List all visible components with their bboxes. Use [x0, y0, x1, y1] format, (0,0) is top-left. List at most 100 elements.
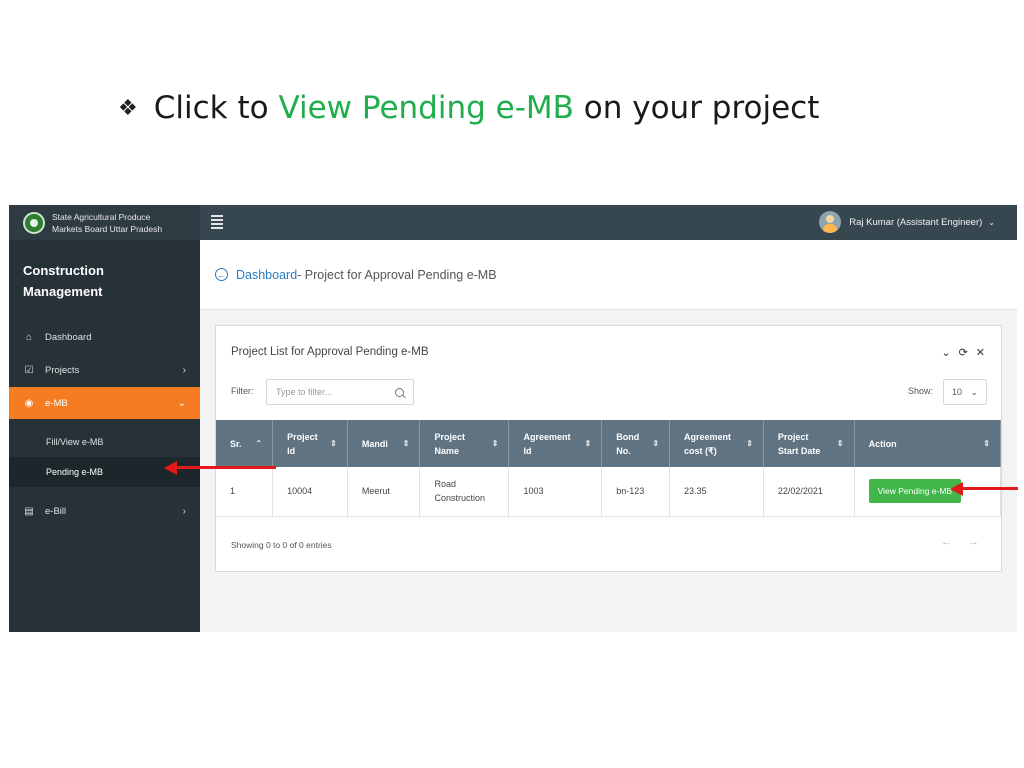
view-pending-emb-button[interactable]: View Pending e-MB — [868, 479, 962, 504]
chevron-down-icon: ⌄ — [988, 217, 995, 227]
sidebar-item-label: e-MB — [45, 397, 68, 409]
column-header-project-name[interactable]: Project Name ⇕ — [419, 420, 510, 467]
sidebar-item-emb[interactable]: ◉ e-MB ⌄ — [9, 387, 200, 419]
header-label: Agreement cost (₹) — [684, 431, 732, 456]
column-header-action[interactable]: Action ⇕ — [854, 420, 1002, 467]
chevron-down-icon: ⌄ — [177, 397, 186, 409]
brand-name: State Agricultural Produce Markets Board… — [52, 211, 162, 235]
chevron-down-icon: ⌄ — [970, 386, 978, 397]
avatar — [819, 211, 842, 233]
card-title: Project List for Approval Pending e-MB — [231, 346, 429, 358]
heading-suffix: on your project — [583, 90, 820, 126]
annotation-arrow-pending-emb — [164, 461, 276, 474]
filter-label: Filter: — [231, 386, 254, 396]
cell-agreement-cost: 23.35 — [669, 467, 764, 517]
cell-start-date: 22/02/2021 — [763, 467, 855, 517]
column-header-agreement-cost[interactable]: Agreement cost (₹) ⇕ — [669, 420, 764, 467]
header-label: Project Name — [434, 431, 465, 456]
header-label: Agreement Id — [523, 431, 571, 456]
sort-icon: ⇕ — [983, 438, 990, 448]
sidebar-item-label: Dashboard — [45, 331, 92, 343]
table-header-row: Sr. ⌃ Project Id ⇕ Mandi ⇕ Project Name ⇕ Ag… — [216, 420, 1002, 467]
cell-project-id: 10004 — [272, 467, 348, 517]
column-header-bond-no[interactable]: Bond No. ⇕ — [601, 420, 671, 467]
refresh-icon[interactable]: ⟳ — [959, 346, 968, 359]
sort-icon: ⇕ — [584, 438, 592, 448]
pending-emb-table: Sr. ⌃ Project Id ⇕ Mandi ⇕ Project Name ⇕ Ag… — [216, 420, 1002, 517]
sidebar-subitem-label: Fill/View e-MB — [46, 437, 104, 447]
column-header-project-id[interactable]: Project Id ⇕ — [272, 420, 348, 467]
annotation-arrow-view-button — [950, 482, 1018, 495]
header-label: Sr. — [230, 438, 242, 449]
filter-placeholder: Type to filter... — [276, 387, 333, 397]
header-label: Project Id — [287, 431, 318, 456]
sort-icon: ⇕ — [491, 438, 499, 448]
search-icon — [395, 387, 404, 397]
slide-heading: ❖ Click to View Pending e-MB on your pro… — [118, 90, 819, 126]
column-header-sr[interactable]: Sr. ⌃ — [216, 420, 274, 467]
brand-line-1: State Agricultural Produce — [52, 211, 151, 222]
breadcrumb-link-dashboard[interactable]: Dashboard — [236, 268, 297, 282]
page-size-value: 10 — [952, 387, 963, 397]
show-label: Show: — [907, 386, 933, 396]
column-header-agreement-id[interactable]: Agreement Id ⇕ — [508, 420, 603, 467]
next-page-icon[interactable]: → — [968, 536, 979, 548]
filter-input[interactable]: Type to filter... — [266, 379, 414, 405]
sort-icon: ⇕ — [746, 438, 753, 448]
brand[interactable]: State Agricultural Produce Markets Board… — [9, 205, 200, 240]
heading-prefix: Click to — [153, 90, 269, 126]
heading-highlight: View Pending e-MB — [278, 90, 574, 126]
project-list-card: Project List for Approval Pending e-MB ⌄… — [215, 325, 1002, 572]
header-label: Action — [868, 438, 897, 449]
sort-icon: ⇕ — [402, 438, 410, 448]
column-header-mandi[interactable]: Mandi ⇕ — [347, 420, 421, 467]
close-icon[interactable]: ✕ — [976, 346, 985, 359]
entries-info: Showing 0 to 0 of 0 entries — [231, 540, 332, 550]
cell-bond-no: bn-123 — [601, 467, 671, 517]
cell-agreement-id: 1003 — [508, 467, 603, 517]
chevron-right-icon: › — [182, 364, 186, 376]
sort-icon: ⇕ — [652, 438, 660, 448]
prev-page-icon[interactable]: ← — [941, 536, 952, 548]
sidebar-item-projects[interactable]: ☑ Projects › — [9, 354, 200, 386]
table-row: 1 10004 Meerut Road Construction 1003 bn… — [216, 467, 1002, 517]
user-menu[interactable]: Raj Kumar (Assistant Engineer) ⌄ — [819, 211, 995, 233]
slide: ❖ Click to View Pending e-MB on your pro… — [0, 0, 1024, 768]
header-label: Project Start Date — [777, 431, 821, 456]
cell-project-name: Road Construction — [419, 467, 510, 517]
sort-icon: ⇕ — [836, 438, 844, 448]
sidebar-item-dashboard[interactable]: ⌂ Dashboard — [9, 321, 200, 353]
card-tools: ⌄ ⟳ ✕ — [941, 346, 985, 359]
diamond-bullet-icon: ❖ — [118, 95, 138, 121]
checkbox-icon: ☑ — [24, 364, 34, 376]
sidebar-subitem-label: Pending e-MB — [46, 467, 104, 477]
pagination: ← → — [941, 536, 979, 548]
app-screenshot: State Agricultural Produce Markets Board… — [9, 205, 1017, 632]
top-bar: State Agricultural Produce Markets Board… — [9, 205, 1017, 240]
collapse-icon[interactable]: ⌄ — [941, 346, 950, 359]
home-icon: ⌂ — [25, 331, 33, 343]
header-label: Bond No. — [616, 431, 640, 456]
clipboard-icon: ▤ — [24, 505, 34, 517]
main-content: ← Dashboard - Project for Approval Pendi… — [200, 240, 1017, 632]
board-logo-icon — [23, 211, 45, 234]
sort-icon: ⇕ — [330, 438, 337, 448]
breadcrumb: ← Dashboard - Project for Approval Pendi… — [200, 240, 1017, 310]
project-name-text: Road Construction — [434, 479, 485, 504]
sidebar-item-ebill[interactable]: ▤ e-Bill › — [9, 495, 200, 527]
chevron-right-icon: › — [182, 505, 186, 517]
sort-asc-icon: ⌃ — [255, 438, 263, 448]
user-name: Raj Kumar (Assistant Engineer) — [849, 216, 983, 228]
cell-mandi: Meerut — [347, 467, 421, 517]
sidebar: Construction Management ⌂ Dashboard ☑ Pr… — [9, 240, 200, 632]
radio-icon: ◉ — [24, 397, 34, 409]
sidebar-subitem-fill-view-emb[interactable]: Fill/View e-MB — [9, 427, 200, 457]
back-arrow-icon[interactable]: ← — [215, 268, 228, 281]
sidebar-item-label: e-Bill — [45, 505, 67, 517]
cell-action: View Pending e-MB — [854, 467, 1002, 517]
column-header-start-date[interactable]: Project Start Date ⇕ — [763, 420, 855, 467]
menu-toggle-icon[interactable] — [211, 215, 223, 229]
page-size-select[interactable]: 10 ⌄ — [943, 379, 987, 405]
brand-line-2: Markets Board Uttar Pradesh — [52, 223, 163, 234]
header-label: Mandi — [361, 438, 388, 449]
